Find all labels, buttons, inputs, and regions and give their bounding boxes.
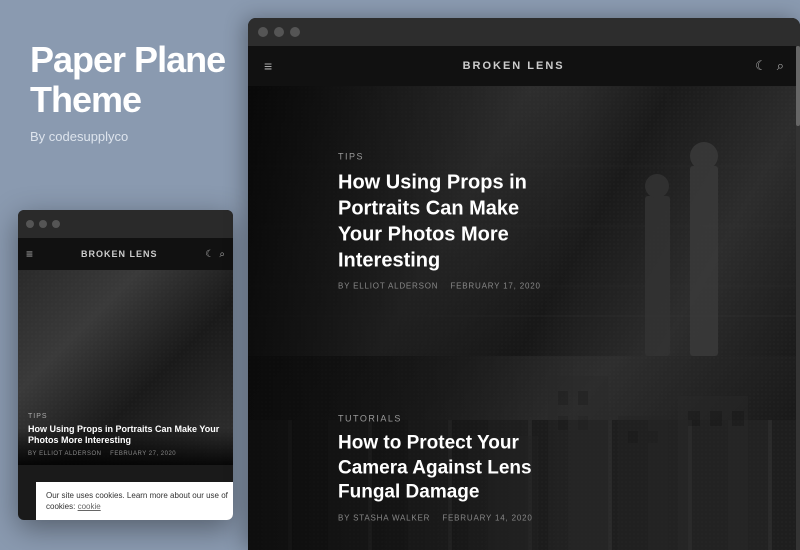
- second-author: BY STASHA WALKER: [338, 514, 430, 523]
- hero-section: TIPS How Using Props in Portraits Can Ma…: [248, 86, 800, 356]
- small-hamburger-icon: ≡: [26, 247, 33, 261]
- browser-window: ≡ BROKEN LENS ☾ ⌕: [248, 18, 800, 550]
- nav-site-title: BROKEN LENS: [272, 60, 755, 72]
- nav-right: ☾ ⌕: [755, 58, 784, 74]
- hero-title[interactable]: How Using Props in Portraits Can Make Yo…: [338, 170, 558, 274]
- scrollbar-track: [796, 46, 800, 550]
- small-preview-titlebar: [18, 210, 233, 238]
- browser-dot-2: [274, 27, 284, 37]
- small-search-icon: ⌕: [219, 249, 225, 260]
- cookie-link[interactable]: cookie: [78, 502, 101, 511]
- small-article-meta: BY ELLIOT ALDERSON FEBRUARY 27, 2020: [28, 451, 223, 457]
- hero-meta: BY ELLIOT ALDERSON FEBRUARY 17, 2020: [338, 282, 558, 291]
- second-date: FEBRUARY 14, 2020: [442, 514, 532, 523]
- small-preview-hero-image: TIPS How Using Props in Portraits Can Ma…: [18, 270, 233, 465]
- hero-date: FEBRUARY 17, 2020: [450, 282, 540, 291]
- theme-title-line1: Paper Plane: [30, 40, 228, 80]
- small-preview-card: ≡ BROKEN LENS ☾ ⌕ TIPS How Using Props i…: [18, 210, 233, 520]
- small-article-tag: TIPS: [28, 413, 223, 420]
- small-article-date: FEBRUARY 27, 2020: [110, 451, 176, 457]
- dot-red: [26, 220, 34, 228]
- second-section: TUTORIALS How to Protect Your Camera Aga…: [248, 356, 800, 550]
- small-article-title: How Using Props in Portraits Can Make Yo…: [28, 424, 223, 447]
- dot-yellow: [39, 220, 47, 228]
- second-article-meta: BY STASHA WALKER FEBRUARY 14, 2020: [338, 514, 578, 523]
- small-nav-right: ☾ ⌕: [205, 249, 225, 260]
- browser-titlebar: [248, 18, 800, 46]
- small-nav-left: ≡: [26, 247, 33, 261]
- theme-by: By codesupplyco: [30, 129, 228, 144]
- small-preview-nav: ≡ BROKEN LENS ☾ ⌕: [18, 238, 233, 270]
- nav-hamburger-icon[interactable]: ≡: [264, 58, 272, 74]
- hero-tag: TIPS: [338, 152, 558, 162]
- small-nav-title: BROKEN LENS: [33, 249, 205, 259]
- browser-dot-1: [258, 27, 268, 37]
- theme-title-line2: Theme: [30, 80, 228, 120]
- small-article-author: BY ELLIOT ALDERSON: [28, 451, 101, 457]
- small-preview-overlay: TIPS How Using Props in Portraits Can Ma…: [18, 403, 233, 465]
- browser-dot-3: [290, 27, 300, 37]
- cookie-text: Our site uses cookies. Learn more about …: [46, 490, 231, 512]
- nav-left: ≡: [264, 58, 272, 74]
- small-moon-icon: ☾: [205, 249, 214, 260]
- cookie-banner: Our site uses cookies. Learn more about …: [36, 482, 233, 520]
- second-content: TUTORIALS How to Protect Your Camera Aga…: [338, 413, 578, 522]
- cookie-message: Our site uses cookies. Learn more about …: [46, 491, 228, 511]
- hero-content: TIPS How Using Props in Portraits Can Ma…: [338, 152, 558, 291]
- nav-search-icon[interactable]: ⌕: [777, 58, 784, 74]
- nav-moon-icon[interactable]: ☾: [755, 58, 767, 74]
- dot-green: [52, 220, 60, 228]
- scrollbar-thumb[interactable]: [796, 46, 800, 126]
- site-nav: ≡ BROKEN LENS ☾ ⌕: [248, 46, 800, 86]
- hero-author: BY ELLIOT ALDERSON: [338, 282, 438, 291]
- second-article-title[interactable]: How to Protect Your Camera Against Lens …: [338, 431, 578, 505]
- second-tag: TUTORIALS: [338, 413, 578, 423]
